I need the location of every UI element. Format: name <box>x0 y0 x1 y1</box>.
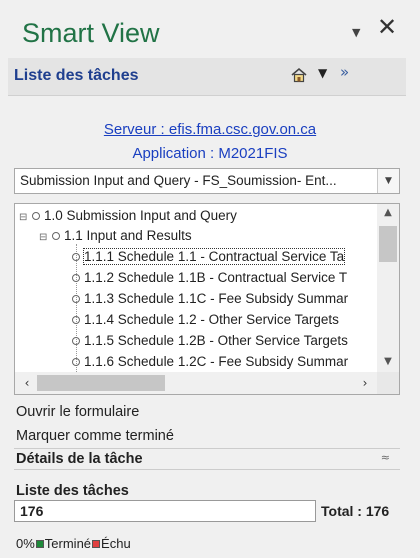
open-form-action[interactable]: Ouvrir le formulaire <box>16 404 139 420</box>
task-circle-icon <box>32 212 40 220</box>
collapse-icon[interactable]: ⊟ <box>39 227 49 248</box>
tree-item-label: 1.1.3 Schedule 1.1C - Fee Subsidy Summar <box>84 291 349 306</box>
server-link[interactable]: Serveur : efis.fma.csc.gov.on.ca <box>0 121 420 138</box>
tree-item-label: 1.1.2 Schedule 1.1B - Contractual Servic… <box>84 270 348 285</box>
tree-item[interactable]: 1.1.5 Schedule 1.2B - Other Service Targ… <box>69 330 348 351</box>
task-list-label: Liste des tâches <box>16 483 129 499</box>
task-circle-icon <box>72 274 80 282</box>
task-list-select-value: Submission Input and Query - FS_Soumissi… <box>20 173 337 188</box>
scroll-left-icon[interactable]: ‹ <box>19 372 35 394</box>
double-chevron-right-icon[interactable]: » <box>340 63 349 81</box>
tree-item[interactable]: 1.1.6 Schedule 1.2C - Fee Subsidy Summar <box>69 351 348 372</box>
tree-item[interactable]: 1.1.3 Schedule 1.1C - Fee Subsidy Summar <box>69 288 348 309</box>
progress-percent: 0% <box>16 536 35 551</box>
task-tree[interactable]: ⊟ 1.0 Submission Input and Query ⊟ 1.1 Inp… <box>14 203 400 395</box>
mark-complete-action[interactable]: Marquer comme terminé <box>16 428 174 444</box>
tree-item-label: 1.1 Input and Results <box>64 228 192 243</box>
task-circle-icon <box>72 316 80 324</box>
task-total-label: Total : 176 <box>321 503 390 519</box>
tree-item-label: 1.0 Submission Input and Query <box>44 208 237 223</box>
task-details-bar[interactable]: Détails de la tâche ≈ <box>14 448 400 470</box>
close-icon[interactable]: ✕ <box>377 15 397 39</box>
status-legend: 0% Terminé Échu <box>16 536 131 551</box>
task-list-header: Liste des tâches ▼ » <box>8 58 406 96</box>
task-circle-icon <box>72 337 80 345</box>
overdue-swatch-icon <box>92 540 101 548</box>
scroll-up-icon[interactable]: ▲ <box>377 204 399 221</box>
caret-down-icon[interactable]: ▼ <box>318 66 327 80</box>
task-circle-icon <box>72 295 80 303</box>
tree-item-label: 1.1.6 Schedule 1.2C - Fee Subsidy Summar <box>84 354 349 369</box>
vertical-scrollbar[interactable]: ▲ ▼ <box>377 204 399 372</box>
tree-item[interactable]: 1.1.4 Schedule 1.2 - Other Service Targe… <box>69 309 339 330</box>
collapse-icon[interactable]: ⊟ <box>19 207 29 228</box>
chevron-down-icon[interactable]: ▼ <box>352 26 360 39</box>
tree-item[interactable]: ⊟ 1.1 Input and Results <box>39 225 192 246</box>
task-details-label: Détails de la tâche <box>16 451 143 467</box>
horizontal-scroll-thumb[interactable] <box>37 375 165 391</box>
scroll-down-icon[interactable]: ▼ <box>377 353 399 370</box>
scroll-corner <box>377 372 399 394</box>
legend-done-label: Terminé <box>44 536 92 551</box>
tree-item-label: 1.1.5 Schedule 1.2B - Other Service Targ… <box>84 333 348 348</box>
vertical-scroll-thumb[interactable] <box>379 226 397 262</box>
task-circle-icon <box>72 358 80 366</box>
home-icon[interactable] <box>290 66 308 84</box>
task-list-select[interactable]: Submission Input and Query - FS_Soumissi… <box>14 168 400 194</box>
task-list-title: Liste des tâches <box>14 67 139 84</box>
tree-item-label: 1.1.4 Schedule 1.2 - Other Service Targe… <box>84 312 339 327</box>
task-count-value: 176 <box>20 503 44 519</box>
task-count-field: 176 <box>14 500 316 522</box>
scroll-right-icon[interactable]: › <box>357 372 373 394</box>
task-circle-icon <box>52 232 60 240</box>
application-label[interactable]: Application : M2021FIS <box>0 145 420 162</box>
done-swatch-icon <box>35 540 44 548</box>
collapse-up-icon[interactable]: ≈ <box>381 451 390 464</box>
select-arrow-icon[interactable]: ▼ <box>377 169 399 193</box>
task-circle-icon <box>72 253 80 261</box>
horizontal-scrollbar[interactable]: ‹ › <box>15 372 377 394</box>
tree-item[interactable]: 1.1.2 Schedule 1.1B - Contractual Servic… <box>69 267 347 288</box>
tree-item[interactable]: ⊟ 1.0 Submission Input and Query <box>19 205 237 226</box>
tree-item-label: 1.1.1 Schedule 1.1 - Contractual Service… <box>82 248 346 265</box>
pane-title: Smart View <box>22 18 160 48</box>
task-tree-content: ⊟ 1.0 Submission Input and Query ⊟ 1.1 Inp… <box>15 204 377 372</box>
tree-item[interactable]: 1.1.1 Schedule 1.1 - Contractual Service… <box>69 246 346 267</box>
legend-overdue-label: Échu <box>101 536 131 551</box>
